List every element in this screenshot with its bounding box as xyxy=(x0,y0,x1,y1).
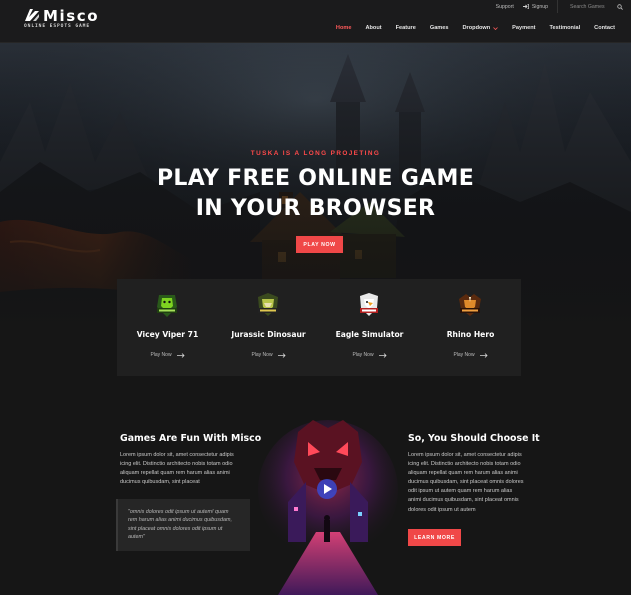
main-nav: Home About Feature Games Dropdown Paymen… xyxy=(322,25,615,31)
text-line: odit ipsum ut autem quam rem harum alias xyxy=(408,488,513,495)
text-line: aliquam repellat quam rem harum alias an… xyxy=(408,470,518,477)
arrow-right-icon xyxy=(277,352,286,358)
search-input[interactable]: Search Games xyxy=(557,0,631,13)
left-section-text: Lorem ipsum dolor sit, amet consectetur … xyxy=(120,451,260,487)
right-section-title: So, You Should Choose It xyxy=(408,433,540,444)
nav-item-testimonial[interactable]: Testimonial xyxy=(550,25,581,31)
nav-label: Feature xyxy=(395,25,416,31)
brand-tagline: ONLINE ESPOTS GAME xyxy=(24,24,90,29)
game-card-rhino[interactable]: Rhino Hero Play Now xyxy=(420,279,521,376)
rhino-emblem-icon xyxy=(459,294,481,316)
game-title: Jurassic Dinosaur xyxy=(231,330,306,339)
hero-eyebrow: TUSKA IS A LONG PROJETING xyxy=(250,150,381,157)
viper-emblem-icon xyxy=(157,295,177,317)
text-line: ducimus quibusdam, sint placeat omnis do… xyxy=(408,479,524,486)
nav-item-contact[interactable]: Contact xyxy=(594,25,615,31)
nav-item-home[interactable]: Home xyxy=(336,25,352,31)
game-title: Vicey Viper 71 xyxy=(136,330,199,339)
right-section-text: Lorem ipsum dolor sit, amet consectetur … xyxy=(408,451,558,515)
support-link[interactable]: Support xyxy=(496,4,514,10)
play-now-button[interactable]: PLAY NOW xyxy=(296,236,343,253)
play-now-label: Play Now xyxy=(352,352,374,358)
signup-label: Signup xyxy=(531,3,548,10)
nav-label: Payment xyxy=(512,25,536,31)
nav-label: Contact xyxy=(594,25,615,31)
arrow-right-icon xyxy=(176,352,185,358)
nav-label: About xyxy=(365,25,382,31)
game-title: Eagle Simulator xyxy=(335,330,404,339)
play-now-link[interactable]: Play Now xyxy=(420,352,521,358)
logo-mark-icon xyxy=(25,9,39,21)
text-line: aliquam repellat quam rem harum alias an… xyxy=(120,470,230,477)
nav-label: Home xyxy=(335,25,352,31)
text-line: ducimus quibusdam, sint placeat xyxy=(120,479,200,486)
nav-item-dropdown[interactable]: Dropdown xyxy=(463,25,499,31)
text-line: Lorem ipsum dolor sit, amet consectetur … xyxy=(120,452,234,458)
quote-line: rem harum alias animi ducimus quibusdam, xyxy=(128,517,232,524)
dinosaur-emblem-icon xyxy=(258,293,278,316)
play-now-link[interactable]: Play Now xyxy=(117,352,218,358)
brand-name: Misco xyxy=(43,7,100,25)
utility-bar: Support Signup Search Games xyxy=(496,0,631,13)
left-section-title: Games Are Fun With Misco xyxy=(120,433,262,444)
play-now-label: Play Now xyxy=(251,352,273,358)
nav-item-feature[interactable]: Feature xyxy=(396,25,416,31)
text-line: icing elit. Distinctio architecto nobis … xyxy=(120,461,233,468)
play-now-label: Play Now xyxy=(150,352,172,358)
signup-link[interactable]: Signup xyxy=(522,3,548,10)
game-card-eagle[interactable]: Eagle Simulator Play Now xyxy=(319,279,420,376)
eagle-emblem-icon xyxy=(360,293,378,316)
nav-item-payment[interactable]: Payment xyxy=(512,25,535,31)
learn-more-button[interactable]: LEARN MORE xyxy=(408,529,461,546)
hero-headline-line1: PLAY FREE ONLINE GAME xyxy=(156,166,475,191)
support-label: Support xyxy=(495,3,514,10)
text-line: animi ducimus quibusdam, sint placeat om… xyxy=(408,497,519,504)
text-line: Lorem ipsum dolor sit, amet consectetur … xyxy=(408,452,522,458)
play-now-label: Play Now xyxy=(453,352,475,358)
search-icon[interactable] xyxy=(617,3,623,10)
quote-line: sint placeat omnis dolores odit ipsum ut xyxy=(128,525,223,532)
signin-arrow-icon xyxy=(522,4,529,9)
chevron-down-icon xyxy=(493,26,498,30)
game-card-viper[interactable]: Vicey Viper 71 Play Now xyxy=(117,279,218,376)
nav-item-games[interactable]: Games xyxy=(430,25,449,31)
text-line: dolores odit ipsum ut autem xyxy=(408,506,476,513)
game-title: Rhino Hero xyxy=(446,330,495,339)
text-line: icing elit. Distinctio architecto nobis … xyxy=(408,461,521,468)
arrow-right-icon xyxy=(479,352,488,358)
games-strip: Vicey Viper 71 Play Now Jurassic Dinosau… xyxy=(117,279,521,376)
play-now-link[interactable]: Play Now xyxy=(218,352,319,358)
quote-line: "omnis dolores odit ipsum ut autem! quam xyxy=(128,509,229,515)
arrow-right-icon xyxy=(378,352,387,358)
quote-block: "omnis dolores odit ipsum ut autem! quam… xyxy=(116,499,250,551)
game-card-dinosaur[interactable]: Jurassic Dinosaur Play Now xyxy=(218,279,319,376)
hero-headline-line2: IN YOUR BROWSER xyxy=(195,196,436,221)
nav-label: Games xyxy=(429,25,449,31)
cyber-demon-artwork xyxy=(258,420,398,595)
nav-label: Dropdown xyxy=(462,25,491,31)
site-header: Misco ONLINE ESPOTS GAME Support Signup … xyxy=(0,0,631,43)
nav-item-about[interactable]: About xyxy=(365,25,381,31)
nav-label: Testimonial xyxy=(549,25,581,31)
play-now-link[interactable]: Play Now xyxy=(319,352,420,358)
quote-line: autem" xyxy=(128,534,145,541)
search-placeholder: Search Games xyxy=(570,3,605,10)
